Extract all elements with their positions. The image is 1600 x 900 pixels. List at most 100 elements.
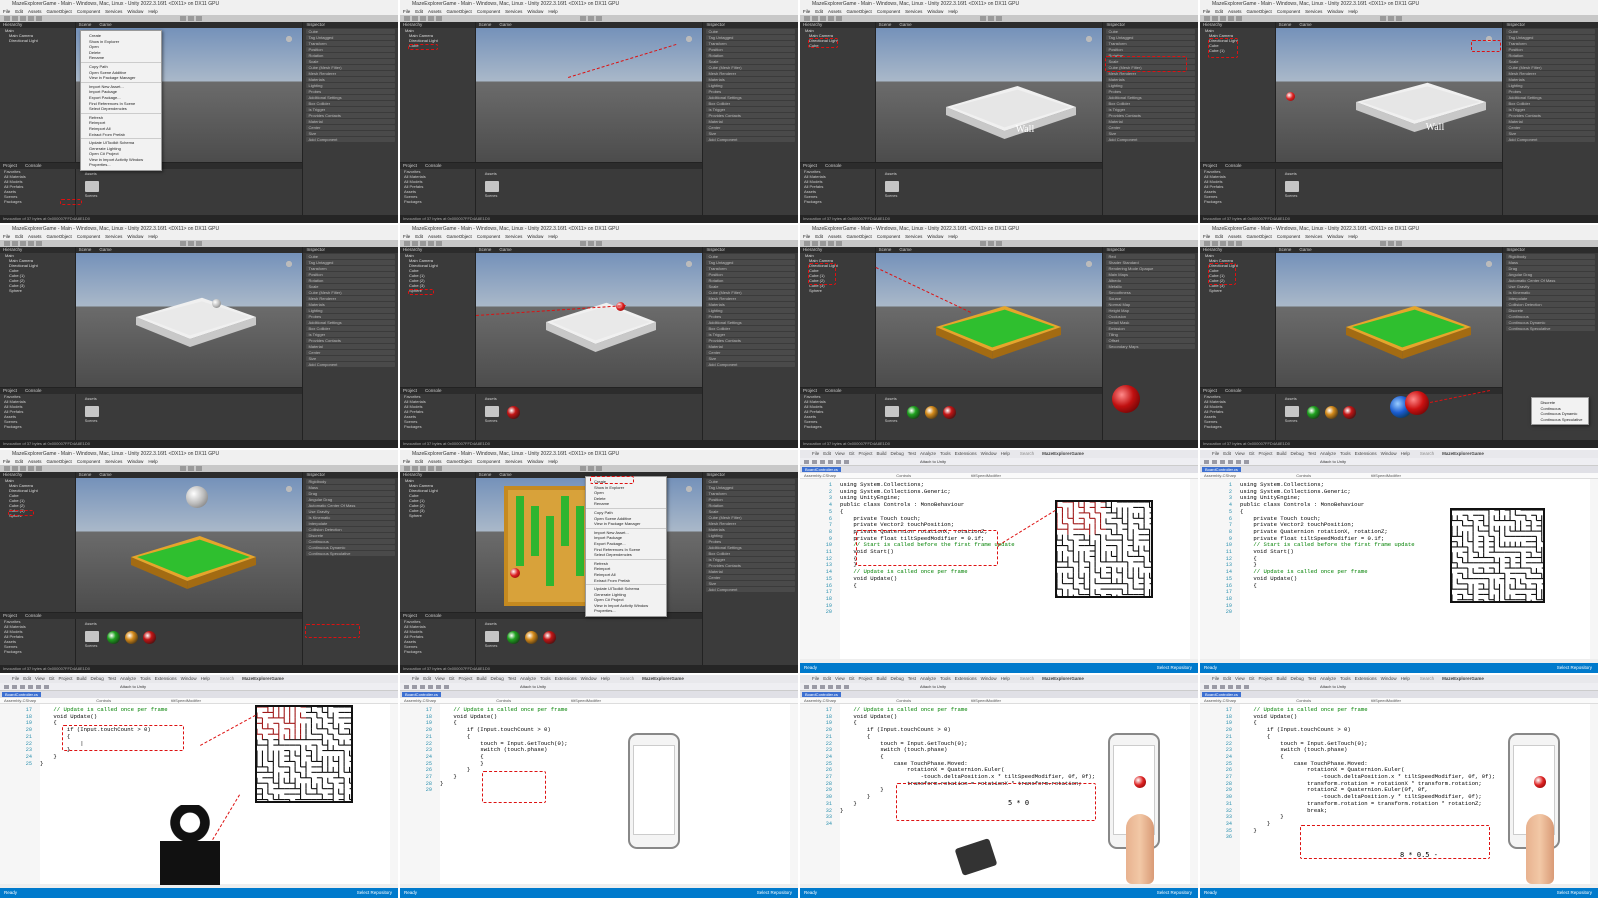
inspector-field[interactable]: Scale xyxy=(1506,59,1595,64)
scenes-folder-icon[interactable] xyxy=(884,406,899,417)
menu-item-services[interactable]: Services xyxy=(105,9,122,14)
scene-gizmo-icon[interactable] xyxy=(682,482,697,496)
menu-item-file[interactable]: File xyxy=(403,234,410,239)
project-folder-item[interactable]: Packages xyxy=(1200,199,1275,204)
tool-icon[interactable] xyxy=(1204,241,1210,246)
inspector-field[interactable]: Add Component xyxy=(306,137,395,142)
menu-item-gameobject[interactable]: GameObject xyxy=(47,9,72,14)
vs-menu-item[interactable]: Debug xyxy=(1291,451,1304,456)
vs-menu-item[interactable]: Project xyxy=(858,451,872,456)
vs-menu-item[interactable]: Help xyxy=(1001,451,1010,456)
vs-menu-item[interactable]: Tools xyxy=(940,451,951,456)
toolbar-icon[interactable] xyxy=(1220,685,1225,689)
tool-icon[interactable] xyxy=(1228,16,1234,21)
inspector-field[interactable]: Continuous Speculative xyxy=(306,551,395,556)
attach-to-unity-button[interactable]: Attach to Unity xyxy=(520,684,546,689)
inspector-field[interactable]: Drag xyxy=(306,491,395,496)
menu-item-gameobject[interactable]: GameObject xyxy=(1247,9,1272,14)
inspector-field[interactable]: Is Kinematic xyxy=(1506,290,1595,295)
menu-item-component[interactable]: Component xyxy=(477,234,500,239)
vs-menu-item[interactable]: View xyxy=(835,676,845,681)
toolbar-icon[interactable] xyxy=(820,685,825,689)
vs-menu-item[interactable]: Extensions xyxy=(955,451,977,456)
play-control-icon[interactable] xyxy=(188,241,194,246)
tab-boardcontroller[interactable]: BoardController.cs xyxy=(2,692,41,697)
hierarchy-item[interactable]: Sphere xyxy=(1200,288,1275,293)
inspector-field[interactable]: Add Component xyxy=(1506,137,1595,142)
vs-menu-item[interactable]: Window xyxy=(581,676,597,681)
scenes-folder-icon[interactable] xyxy=(1284,181,1299,192)
play-control-icon[interactable] xyxy=(196,466,202,471)
menu-item-help[interactable]: Help xyxy=(1348,9,1357,14)
inspector-field[interactable]: Angular Drag xyxy=(306,497,395,502)
tab-project[interactable]: Project xyxy=(3,613,17,618)
toolbar-icon[interactable] xyxy=(1244,460,1249,464)
inspector-field[interactable]: Center xyxy=(1106,125,1195,130)
menu-item-component[interactable]: Component xyxy=(77,9,100,14)
menu-item-window[interactable]: Window xyxy=(927,9,943,14)
project-folder-item[interactable]: Packages xyxy=(1200,424,1275,429)
context-menu-item[interactable]: Select Dependencies xyxy=(586,552,666,558)
tool-icon[interactable] xyxy=(836,241,842,246)
inspector-field[interactable]: Cube xyxy=(706,29,795,34)
material-ball-icon[interactable] xyxy=(1306,406,1320,419)
tool-icon[interactable] xyxy=(4,241,10,246)
inspector-field[interactable]: Size xyxy=(706,356,795,361)
inspector-field[interactable]: Cube xyxy=(1506,29,1595,34)
toolbar-icon[interactable] xyxy=(1236,685,1241,689)
menu-item-file[interactable]: File xyxy=(403,459,410,464)
inspector-field[interactable]: Additional Settings xyxy=(306,95,395,100)
tab-console[interactable]: Console xyxy=(425,613,442,618)
nav-assembly[interactable]: Assembly-CSharp xyxy=(1204,473,1236,478)
inspector-field[interactable]: Angular Drag xyxy=(1506,272,1595,277)
vs-menu-item[interactable]: Build xyxy=(877,676,887,681)
menu-item-component[interactable]: Component xyxy=(77,234,100,239)
tab-console[interactable]: Console xyxy=(425,163,442,168)
menu-item-gameobject[interactable]: GameObject xyxy=(847,9,872,14)
tool-icon[interactable] xyxy=(828,241,834,246)
vs-menu-item[interactable]: Edit xyxy=(423,676,431,681)
toolbar-icon[interactable] xyxy=(820,460,825,464)
inspector-field[interactable]: Add Component xyxy=(1106,137,1195,142)
menu-item-edit[interactable]: Edit xyxy=(1215,9,1223,14)
hierarchy-item[interactable]: Directional Light xyxy=(0,38,75,43)
hierarchy-item[interactable]: Sphere xyxy=(0,288,75,293)
tool-icon[interactable] xyxy=(404,241,410,246)
vs-menu-item[interactable]: View xyxy=(1235,451,1245,456)
vs-menu-item[interactable]: Analyze xyxy=(1320,676,1336,681)
select-repository-button[interactable]: Select Repository xyxy=(757,888,792,898)
inspector-field[interactable]: Continuous Speculative xyxy=(1506,326,1595,331)
inspector-field[interactable]: Additional Settings xyxy=(1106,95,1195,100)
toolbar-icon[interactable] xyxy=(1212,685,1217,689)
vs-menu-item[interactable]: Build xyxy=(1277,451,1287,456)
toolbar-icon[interactable] xyxy=(36,685,41,689)
vs-menu-item[interactable]: Window xyxy=(981,451,997,456)
nav-member[interactable]: tiltSpeedModifier xyxy=(971,698,1001,703)
vs-menu-item[interactable]: Help xyxy=(201,676,210,681)
inspector-field[interactable]: Mesh Renderer xyxy=(306,296,395,301)
inspector-field[interactable]: Rotation xyxy=(706,53,795,58)
inspector-field[interactable]: Cube (Mesh Filter) xyxy=(706,515,795,520)
tool-icon[interactable] xyxy=(412,16,418,21)
inspector-field[interactable]: Scale xyxy=(306,284,395,289)
tool-icon[interactable] xyxy=(1212,241,1218,246)
inspector-field[interactable]: Use Gravity xyxy=(1506,284,1595,289)
inspector-field[interactable]: Collision Detection xyxy=(1506,302,1595,307)
inspector-field[interactable]: Discrete xyxy=(306,533,395,538)
inspector-field[interactable]: Materials xyxy=(306,302,395,307)
inspector-field[interactable]: Probes xyxy=(306,314,395,319)
inspector-field[interactable]: Lighting xyxy=(706,83,795,88)
tool-icon[interactable] xyxy=(36,241,42,246)
inspector-field[interactable]: Box Collider xyxy=(706,326,795,331)
toolbar-icon[interactable] xyxy=(420,685,425,689)
inspector-field[interactable]: Is Trigger xyxy=(706,557,795,562)
tool-icon[interactable] xyxy=(28,466,34,471)
tool-icon[interactable] xyxy=(404,16,410,21)
play-control-icon[interactable] xyxy=(188,16,194,21)
tab-scene[interactable]: Scene xyxy=(479,22,492,27)
inspector-field[interactable]: Additional Settings xyxy=(1506,95,1595,100)
play-control-icon[interactable] xyxy=(580,241,586,246)
project-folder-item[interactable]: Packages xyxy=(400,649,475,654)
vs-menu-item[interactable]: Build xyxy=(77,676,87,681)
context-menu-item[interactable]: Properties... xyxy=(81,162,161,168)
